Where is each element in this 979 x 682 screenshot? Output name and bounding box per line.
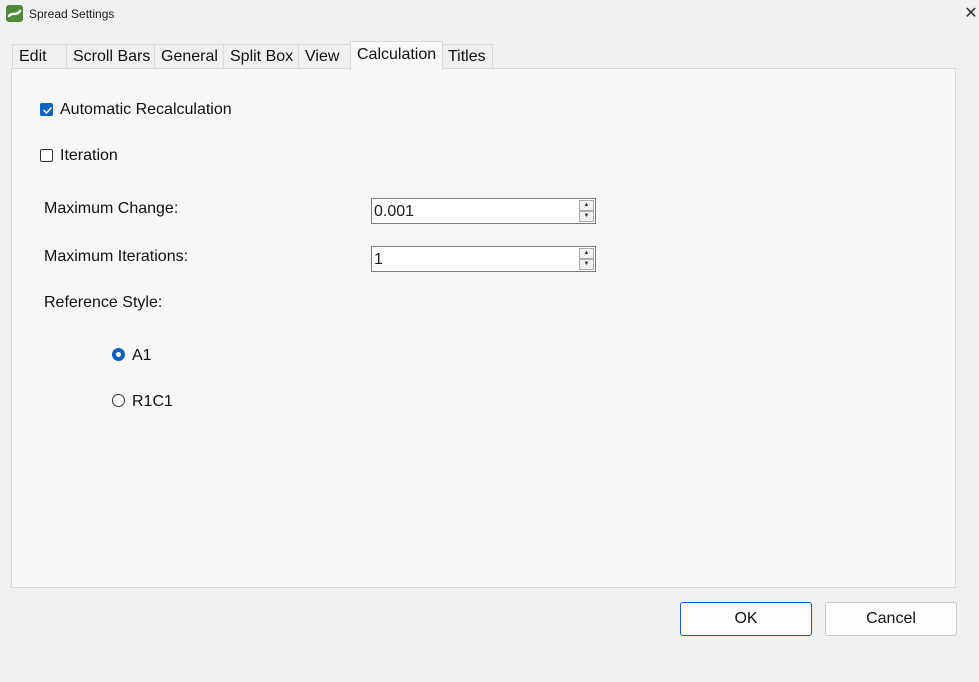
tab-split-box[interactable]: Split Box	[223, 44, 299, 69]
tab-label: Scroll Bars	[73, 48, 151, 65]
tab-label: General	[161, 48, 218, 65]
radio-r1c1-label[interactable]: R1C1	[132, 392, 173, 412]
checkmark-icon	[43, 107, 52, 114]
max-iterations-value[interactable]: 1	[374, 250, 383, 270]
auto-recalc-checkbox[interactable]	[40, 103, 53, 116]
tab-label: Titles	[448, 48, 486, 65]
max-iterations-label: Maximum Iterations:	[44, 248, 189, 265]
window-title: Spread Settings	[29, 7, 115, 21]
tab-label: Calculation	[357, 46, 437, 63]
max-iterations-stepper[interactable]: 1 ▲ ▼	[371, 246, 596, 272]
max-change-stepper[interactable]: 0.001 ▲ ▼	[371, 198, 596, 224]
max-change-spin-buttons: ▲ ▼	[579, 200, 594, 222]
tab-scroll-bars[interactable]: Scroll Bars	[66, 44, 155, 69]
max-iterations-spin-buttons: ▲ ▼	[579, 248, 594, 270]
calculation-panel: Automatic Recalculation Iteration Maximu…	[11, 68, 956, 588]
spin-up-arrow-icon[interactable]: ▲	[579, 248, 594, 259]
tab-label: Edit	[19, 48, 47, 65]
spin-up-arrow-icon[interactable]: ▲	[579, 200, 594, 211]
spin-down-arrow-icon[interactable]: ▼	[579, 211, 594, 222]
title-bar: Spread Settings ✕	[0, 0, 979, 28]
iteration-label[interactable]: Iteration	[60, 146, 118, 166]
auto-recalc-label[interactable]: Automatic Recalculation	[60, 100, 232, 120]
cancel-button[interactable]: Cancel	[825, 602, 957, 636]
tab-edit[interactable]: Edit	[12, 44, 67, 69]
spin-down-arrow-icon[interactable]: ▼	[579, 259, 594, 270]
tab-general[interactable]: General	[154, 44, 224, 69]
tab-label: Split Box	[230, 48, 294, 65]
max-change-value[interactable]: 0.001	[374, 202, 414, 222]
spread-logo-icon	[6, 5, 23, 22]
radio-a1[interactable]	[112, 348, 125, 361]
tab-view[interactable]: View	[298, 44, 351, 69]
tab-calculation[interactable]: Calculation	[350, 41, 443, 70]
tab-label: View	[305, 48, 340, 65]
iteration-checkbox[interactable]	[40, 149, 53, 162]
reference-style-label: Reference Style:	[44, 294, 163, 311]
max-change-label: Maximum Change:	[44, 200, 179, 217]
radio-a1-label[interactable]: A1	[132, 346, 152, 366]
tab-titles[interactable]: Titles	[441, 44, 493, 69]
close-icon[interactable]: ✕	[962, 4, 979, 24]
radio-r1c1[interactable]	[112, 394, 125, 407]
ok-button[interactable]: OK	[680, 602, 812, 636]
